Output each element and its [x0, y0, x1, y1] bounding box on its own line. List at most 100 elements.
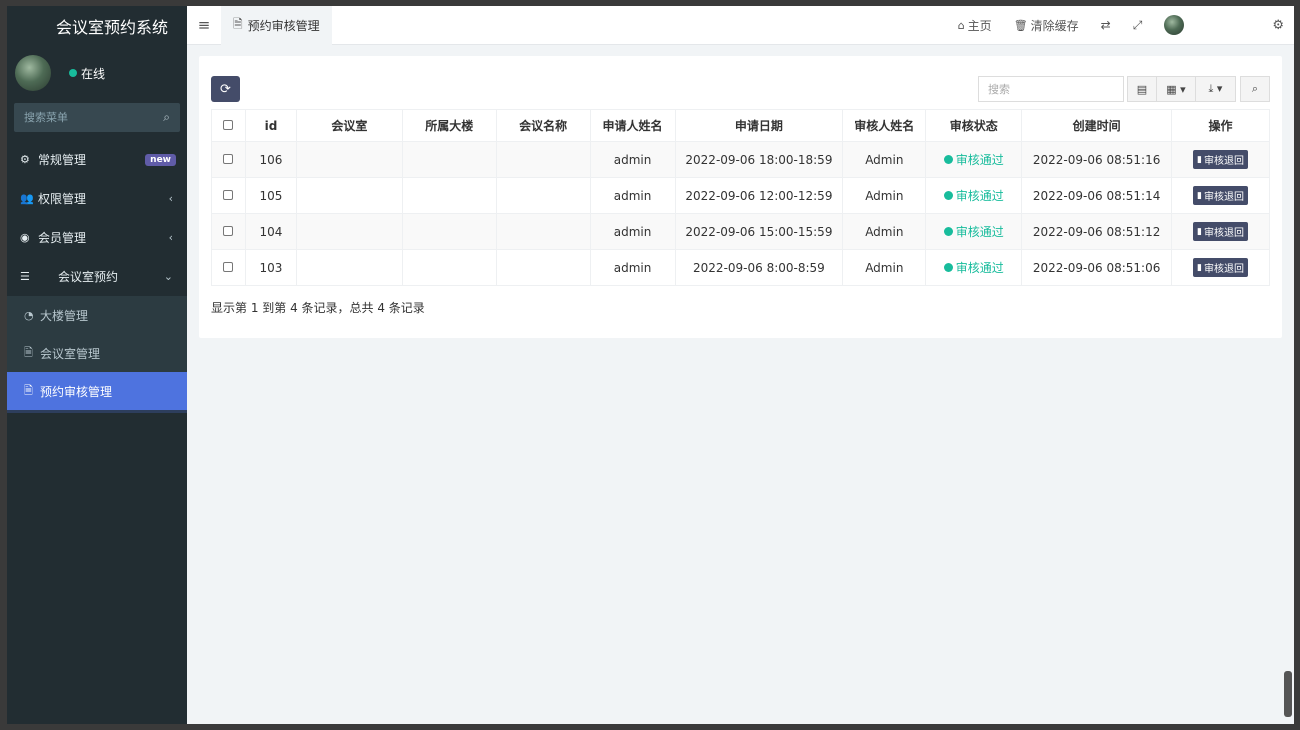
- col-meeting[interactable]: 会议名称: [495, 109, 591, 142]
- home-link[interactable]: ⌂ 主页: [958, 17, 992, 34]
- cell-created: 2022-09-06 08:51:16: [1021, 141, 1173, 178]
- col-date[interactable]: 申请日期: [674, 109, 844, 142]
- app-frame: 会议室预约系统 在线 ⌕ ⚙ 常规管理 new 👥 权限管理 ‹ ◉ 会员管理 …: [7, 6, 1294, 724]
- sidebar-item-buildings[interactable]: ◔ 大楼管理: [7, 296, 187, 334]
- cell-action: ▮ 审核退回: [1171, 213, 1270, 250]
- cell-building: [401, 177, 497, 214]
- col-created[interactable]: 创建时间: [1021, 109, 1173, 142]
- refresh-button[interactable]: ⟳: [211, 76, 240, 102]
- menu-search-input[interactable]: [24, 111, 144, 124]
- new-badge: new: [145, 153, 176, 166]
- toggle-view-button[interactable]: ▤: [1127, 76, 1157, 102]
- col-applicant[interactable]: 申请人姓名: [589, 109, 676, 142]
- sidebar-item-permissions[interactable]: 👥 权限管理 ‹: [7, 179, 187, 218]
- menu-search: ⌕: [14, 103, 180, 132]
- col-id[interactable]: id: [244, 109, 297, 142]
- columns-button[interactable]: ▦ ▾: [1156, 76, 1196, 102]
- row-checkbox[interactable]: [223, 225, 234, 236]
- cell-room: [295, 213, 403, 250]
- floating-scroll-handle[interactable]: [1284, 671, 1292, 717]
- cell-building: [401, 141, 497, 178]
- review-return-button[interactable]: ▮ 审核退回: [1193, 258, 1248, 277]
- users-icon: 👥: [20, 192, 34, 205]
- review-return-button[interactable]: ▮ 审核退回: [1193, 222, 1248, 241]
- online-dot-icon: [69, 69, 77, 77]
- cell-created: 2022-09-06 08:51:14: [1021, 177, 1173, 214]
- cell-meeting: [495, 141, 591, 178]
- col-action: 操作: [1171, 109, 1270, 142]
- sidebar-item-label: 大楼管理: [40, 308, 89, 323]
- sidebar-item-general[interactable]: ⚙ 常规管理 new: [7, 140, 187, 179]
- cell-building: [401, 213, 497, 250]
- list-icon: ☰: [20, 270, 30, 283]
- advanced-search-button[interactable]: ⌕: [1240, 76, 1270, 102]
- cell-room: [295, 177, 403, 214]
- pagination-info: 显示第 1 到第 4 条记录，总共 4 条记录: [211, 301, 425, 315]
- user-avatar[interactable]: [15, 55, 51, 91]
- sidebar-item-booking-review[interactable]: 🗎 预约审核管理: [7, 372, 187, 410]
- cell-applicant: admin: [589, 141, 676, 178]
- list-view-icon: ▤: [1136, 82, 1148, 96]
- menu-toggle-icon[interactable]: ≡: [187, 16, 221, 34]
- sidebar-item-room-booking[interactable]: ☰ 会议室预约 ⌄: [7, 257, 187, 296]
- cell-status: 审核通过: [925, 249, 1023, 286]
- cell-id: 104: [244, 213, 297, 250]
- clear-cache-label: 清除缓存: [1030, 18, 1079, 33]
- cell-action: ▮ 审核退回: [1171, 141, 1270, 178]
- export-button[interactable]: ⤓ ▾: [1195, 76, 1236, 102]
- cell-applicant: admin: [589, 177, 676, 214]
- col-room[interactable]: 会议室: [295, 109, 403, 142]
- user-panel: 在线: [7, 45, 187, 101]
- cell-date: 2022-09-06 12:00-12:59: [674, 177, 844, 214]
- cell-meeting: [495, 177, 591, 214]
- chevron-down-icon: ⌄: [163, 270, 173, 283]
- col-reviewer[interactable]: 审核人姓名: [842, 109, 927, 142]
- search-icon[interactable]: ⌕: [163, 110, 170, 125]
- tab-label: 预约审核管理: [247, 18, 320, 33]
- sidebar-item-rooms[interactable]: 🗎 会议室管理: [7, 334, 187, 372]
- cell-date: 2022-09-06 15:00-15:59: [674, 213, 844, 250]
- user-circle-icon: ◉: [20, 231, 30, 244]
- booking-table: id 会议室 所属大楼 会议名称 申请人姓名 申请日期 审核人姓名 审核状态 创…: [211, 109, 1270, 286]
- sidebar-item-members[interactable]: ◉ 会员管理 ‹: [7, 218, 187, 257]
- cell-action: ▮ 审核退回: [1171, 177, 1270, 214]
- refresh-icon: ⟳: [220, 81, 231, 97]
- review-return-button[interactable]: ▮ 审核退回: [1193, 186, 1248, 205]
- row-checkbox[interactable]: [223, 261, 234, 272]
- review-return-button[interactable]: ▮ 审核退回: [1193, 150, 1248, 169]
- review-return-label: 审核退回: [1204, 264, 1244, 275]
- cell-reviewer: Admin: [842, 213, 927, 250]
- cell-reviewer: Admin: [842, 177, 927, 214]
- settings-gears-icon[interactable]: ⚙: [1272, 18, 1284, 33]
- language-icon[interactable]: ⇄: [1101, 18, 1111, 32]
- col-building[interactable]: 所属大楼: [401, 109, 497, 142]
- status-label: 审核通过: [955, 225, 1004, 239]
- table-row: 103 admin 2022-09-06 8:00-8:59 Admin 审核通…: [211, 249, 1270, 286]
- select-all-checkbox[interactable]: [223, 119, 234, 130]
- header-actions: ⌂ 主页 🗑 清除缓存 ⇄ ⤢ ⚙: [958, 6, 1294, 45]
- cell-status: 审核通过: [925, 141, 1023, 178]
- app-title[interactable]: 会议室预约系统: [7, 6, 187, 45]
- col-status[interactable]: 审核状态: [925, 109, 1023, 142]
- clear-cache-button[interactable]: 🗑 清除缓存: [1014, 17, 1079, 34]
- status-label: 审核通过: [955, 189, 1004, 203]
- table-search-input[interactable]: [978, 76, 1124, 102]
- file-icon: 🗎: [24, 383, 33, 397]
- status-badge: 审核通过: [943, 151, 1004, 168]
- status-badge: 审核通过: [943, 259, 1004, 276]
- cell-applicant: admin: [589, 213, 676, 250]
- submenu-room-booking: ◔ 大楼管理 🗎 会议室管理 🗎 预约审核管理: [7, 296, 187, 410]
- header-avatar[interactable]: [1164, 15, 1185, 35]
- sidebar-item-label: 会议室预约: [58, 270, 119, 284]
- cell-reviewer: Admin: [842, 141, 927, 178]
- fullscreen-icon[interactable]: ⤢: [1133, 18, 1143, 33]
- content-panel: ⟳ ▤ ▦ ▾ ⤓ ▾ ⌕ id 会议室 所属大楼 会议名称 申请人姓名: [199, 56, 1282, 338]
- row-checkbox[interactable]: [223, 189, 234, 200]
- cell-reviewer: Admin: [842, 249, 927, 286]
- status-dot-icon: [943, 227, 953, 236]
- status-dot-icon: [943, 191, 953, 200]
- sidebar-item-label: 会员管理: [38, 231, 87, 245]
- tab-booking-review[interactable]: 🗎 预约审核管理: [221, 6, 332, 45]
- file-icon: ▮: [1197, 262, 1202, 273]
- row-checkbox[interactable]: [223, 153, 234, 164]
